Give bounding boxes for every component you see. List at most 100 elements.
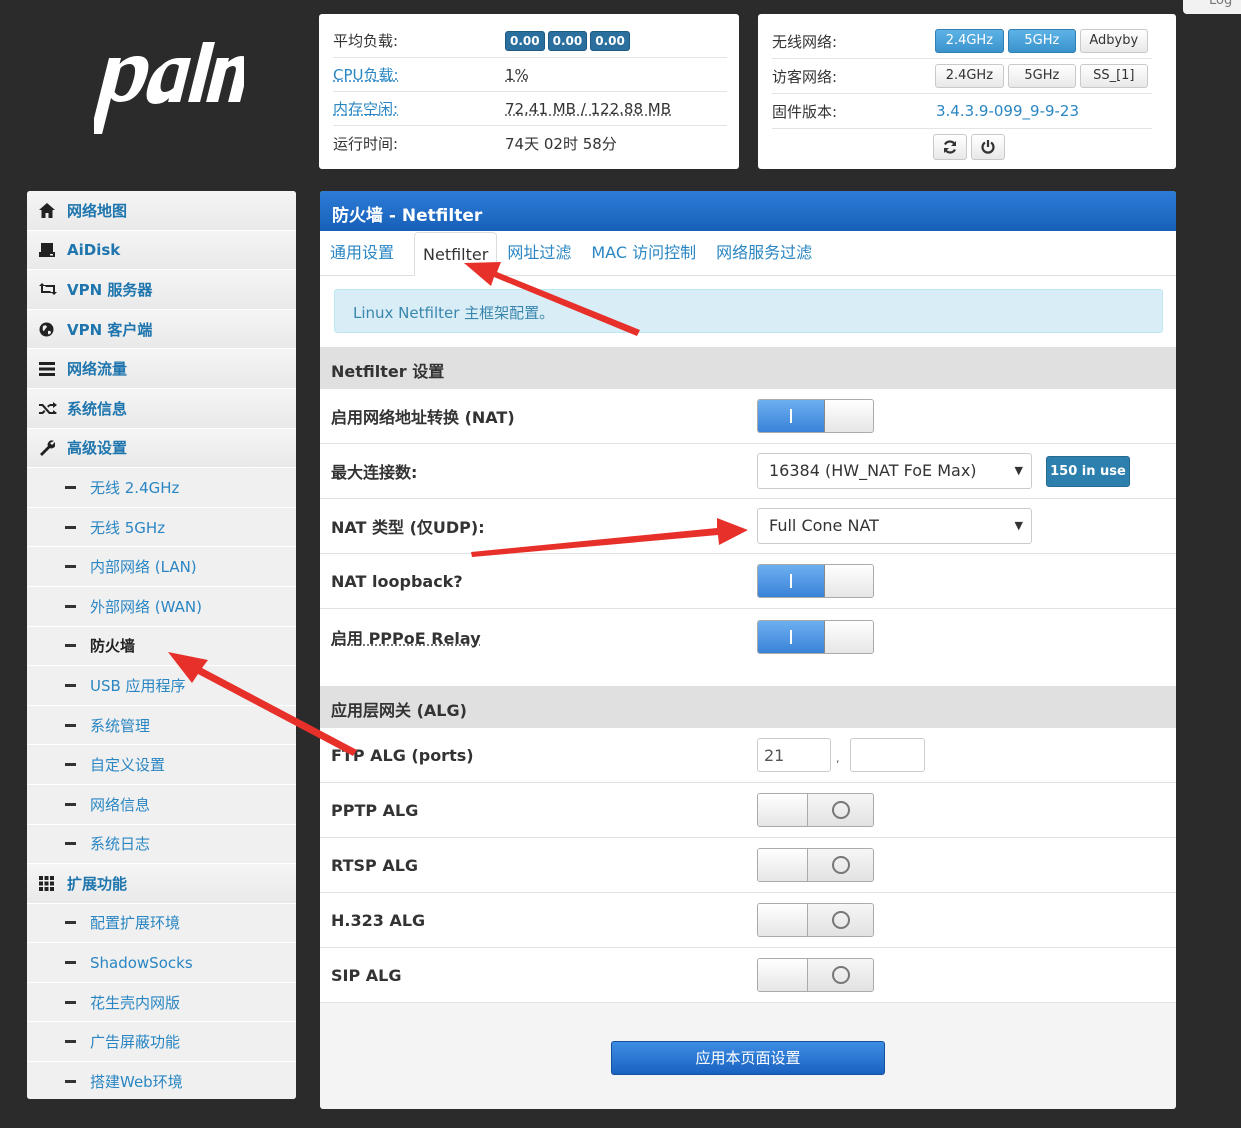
sidebar-sub-admin[interactable]: 系统管理 xyxy=(27,706,296,746)
ftp-port-separator: , xyxy=(836,752,840,765)
sidebar-sub-syslog[interactable]: 系统日志 xyxy=(27,825,296,865)
sip-toggle[interactable] xyxy=(757,958,874,992)
sidebar-sub-ext-env[interactable]: 配置扩展环境 xyxy=(27,904,296,944)
globe-icon xyxy=(39,322,67,337)
load-label: 平均负载: xyxy=(333,30,505,51)
tab-general[interactable]: 通用设置 xyxy=(330,239,404,275)
sidebar-item-vpn-client[interactable]: VPN 客户端 xyxy=(27,310,296,350)
sidebar-sub-firewall[interactable]: 防火墙 xyxy=(27,627,296,667)
tab-service-filter[interactable]: 网络服务过滤 xyxy=(716,239,822,275)
info-box: Linux Netfilter 主框架配置。 xyxy=(334,289,1163,333)
home-icon xyxy=(39,203,67,218)
disk-icon xyxy=(39,243,67,257)
maxconn-label: 最大连接数: xyxy=(331,459,757,483)
cpu-value: 1% xyxy=(505,66,529,84)
uptime-value: 74天 02时 58分 xyxy=(505,133,617,154)
mem-link[interactable]: 内存空闲: xyxy=(333,98,505,119)
sidebar-item-network-map[interactable]: 网络地图 xyxy=(27,191,296,231)
toggle-off xyxy=(808,959,873,991)
pptp-toggle[interactable] xyxy=(757,793,874,827)
pppoe-row: 启用 PPPoE Relay xyxy=(320,609,1176,664)
sidebar-item-traffic[interactable]: 网络流量 xyxy=(27,349,296,389)
guest-24-button[interactable]: 2.4GHz xyxy=(935,64,1004,88)
sidebar-sub-wireless-24[interactable]: 无线 2.4GHz xyxy=(27,468,296,508)
sidebar-item-sysinfo[interactable]: 系统信息 xyxy=(27,389,296,429)
sidebar-sub-shadowsocks[interactable]: ShadowSocks xyxy=(27,943,296,983)
sub-label: 防火墙 xyxy=(90,635,135,656)
refresh-button[interactable] xyxy=(933,134,967,160)
guest-label: 访客网络: xyxy=(772,66,935,87)
sidebar-item-extensions[interactable]: 扩展功能 xyxy=(27,864,296,904)
ftp-port2-input[interactable] xyxy=(850,738,925,772)
sidebar-sub-wan[interactable]: 外部网络 (WAN) xyxy=(27,587,296,627)
maxconn-select[interactable]: 16384 (HW_NAT FoE Max) ▼ xyxy=(757,453,1032,489)
nat-toggle[interactable] xyxy=(757,399,874,433)
sidebar-sub-adblock[interactable]: 广告屏蔽功能 xyxy=(27,1022,296,1062)
adbyby-button[interactable]: Adbyby xyxy=(1080,29,1148,53)
toggle-on xyxy=(758,565,825,597)
pppoe-toggle[interactable] xyxy=(757,620,874,654)
wifi-24-button[interactable]: 2.4GHz xyxy=(935,29,1004,53)
toggle-knob xyxy=(758,959,808,991)
toggle-knob xyxy=(825,400,873,432)
sidebar-item-aidisk[interactable]: AiDisk xyxy=(27,231,296,271)
wireless-panel: 无线网络: 2.4GHz 5GHz Adbyby 访客网络: 2.4GHz 5G… xyxy=(758,14,1176,169)
apply-button[interactable]: 应用本页面设置 xyxy=(611,1041,885,1075)
dash-icon xyxy=(65,803,76,806)
sidebar-sub-usb[interactable]: USB 应用程序 xyxy=(27,666,296,706)
nattype-select[interactable]: Full Cone NAT ▼ xyxy=(757,508,1032,544)
toggle-knob xyxy=(758,849,808,881)
wifi-row: 无线网络: 2.4GHz 5GHz Adbyby xyxy=(772,24,1152,59)
toggle-knob xyxy=(758,794,808,826)
loopback-toggle[interactable] xyxy=(757,564,874,598)
sidebar-sub-wireless-5[interactable]: 无线 5GHz xyxy=(27,508,296,548)
sub-label: 系统日志 xyxy=(90,833,150,854)
sidebar-sub-lan[interactable]: 内部网络 (LAN) xyxy=(27,547,296,587)
sidebar-sub-custom[interactable]: 自定义设置 xyxy=(27,745,296,785)
ftp-port1-input[interactable]: 21 xyxy=(757,738,831,772)
dash-icon xyxy=(65,921,76,924)
sub-label: 搭建Web环境 xyxy=(90,1071,183,1092)
section-alg: 应用层网关 (ALG) xyxy=(320,686,1176,728)
toggle-knob xyxy=(825,565,873,597)
tab-bar: 通用设置 Netfilter 网址过滤 MAC 访问控制 网络服务过滤 xyxy=(320,231,1176,276)
retweet-icon xyxy=(39,283,67,295)
sidebar-item-advanced[interactable]: 高级设置 xyxy=(27,429,296,469)
nat-label: 启用网络地址转换 (NAT) xyxy=(331,404,757,428)
logout-tab[interactable]: Log xyxy=(1183,0,1241,14)
sidebar-item-label: VPN 客户端 xyxy=(67,319,152,340)
mem-value: 72.41 MB / 122.88 MB xyxy=(505,100,671,118)
sidebar-sub-oray[interactable]: 花生壳内网版 xyxy=(27,983,296,1023)
pptp-label: PPTP ALG xyxy=(331,801,757,820)
nattype-row: NAT 类型 (仅UDP): Full Cone NAT ▼ xyxy=(320,499,1176,554)
sidebar-sub-netinfo[interactable]: 网络信息 xyxy=(27,785,296,825)
ss-button[interactable]: SS_[1] xyxy=(1080,64,1148,88)
wifi-5-button[interactable]: 5GHz xyxy=(1008,29,1075,53)
firmware-label: 固件版本: xyxy=(772,101,936,122)
sub-label: USB 应用程序 xyxy=(90,675,186,696)
sidebar-item-label: AiDisk xyxy=(67,241,120,259)
uptime-label: 运行时间: xyxy=(333,133,505,154)
sidebar-sub-web[interactable]: 搭建Web环境 xyxy=(27,1062,296,1099)
dash-icon xyxy=(65,961,76,964)
load-badge-15: 0.00 xyxy=(590,31,630,51)
cpu-link[interactable]: CPU负载: xyxy=(333,64,505,85)
tab-netfilter[interactable]: Netfilter xyxy=(414,232,497,276)
sidebar-item-vpn-server[interactable]: VPN 服务器 xyxy=(27,270,296,310)
maxconn-value: 16384 (HW_NAT FoE Max) xyxy=(769,461,977,480)
tab-mac-filter[interactable]: MAC 访问控制 xyxy=(591,239,706,275)
caret-down-icon: ▼ xyxy=(1015,464,1023,477)
sub-label: ShadowSocks xyxy=(90,954,193,972)
sub-label: 自定义设置 xyxy=(90,754,165,775)
guest-5-button[interactable]: 5GHz xyxy=(1008,64,1075,88)
sip-label: SIP ALG xyxy=(331,966,757,985)
dash-icon xyxy=(65,644,76,647)
tab-url-filter[interactable]: 网址过滤 xyxy=(507,239,581,275)
h323-toggle[interactable] xyxy=(757,903,874,937)
loopback-label: NAT loopback? xyxy=(331,572,757,591)
firmware-version[interactable]: 3.4.3.9-099_9-9-23 xyxy=(936,102,1079,120)
power-button[interactable] xyxy=(971,134,1005,160)
rtsp-toggle[interactable] xyxy=(757,848,874,882)
dash-icon xyxy=(65,526,76,529)
load-row: 平均负载: 0.00 0.00 0.00 xyxy=(333,24,727,58)
